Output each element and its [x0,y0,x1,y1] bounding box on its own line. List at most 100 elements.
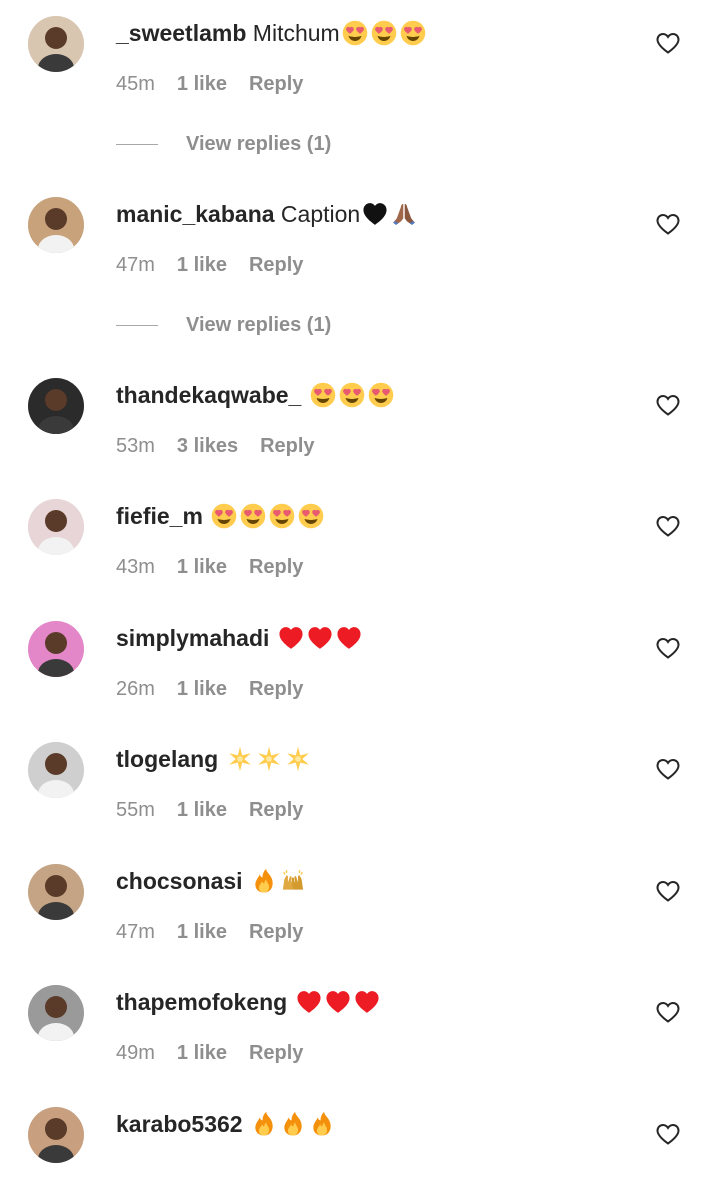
comment-timestamp: 53m [116,435,155,457]
avatar[interactable] [28,1107,84,1163]
view-replies-button[interactable]: View replies (1) [116,313,331,337]
avatar[interactable] [28,197,84,253]
comment-item: karabo5362 [0,1105,720,1195]
heart-eyes-icon [400,20,426,46]
avatar[interactable] [28,621,84,677]
like-heart-icon[interactable] [655,879,681,903]
comment-username[interactable]: simplymahadi [116,625,269,651]
comment-emoji [251,1111,338,1137]
comment-timestamp: 49m [116,1042,155,1064]
avatar[interactable] [28,985,84,1041]
comment-emoji [362,201,420,227]
comment-timestamp: 47m [116,921,155,943]
likes-count-link[interactable]: 3 likes [177,435,238,457]
like-heart-icon[interactable] [655,1000,681,1024]
likes-count-link[interactable]: 1 like [177,73,227,95]
comment-timestamp: 26m [116,678,155,700]
comment-body: chocsonasi [116,866,309,896]
avatar[interactable] [28,378,84,434]
heart-eyes-icon [368,382,394,408]
comment-meta: 26m 1 like Reply [116,677,303,701]
comment-body: manic_kabana Caption [116,199,420,229]
comment-item: fiefie_m 43m 1 like Reply [0,497,720,587]
red-heart-icon [336,625,362,651]
comment-username[interactable]: manic_kabana [116,201,275,227]
like-heart-icon[interactable] [655,31,681,55]
comment-meta: 53m 3 likes Reply [116,434,315,458]
comment-username[interactable]: karabo5362 [116,1111,243,1137]
comment-body: _sweetlamb Mitchum [116,18,429,48]
heart-eyes-icon [342,20,368,46]
heart-eyes-icon [298,503,324,529]
comment-body: tlogelang [116,744,314,774]
reply-button[interactable]: Reply [249,556,303,578]
comment-username[interactable]: _sweetlamb [116,20,246,46]
likes-count-link[interactable]: 1 like [177,556,227,578]
likes-count-link[interactable]: 1 like [177,921,227,943]
comment-username[interactable]: thandekaqwabe_ [116,382,301,408]
comment-body: thapemofokeng [116,987,383,1017]
comment-item: chocsonasi 47m 1 like Reply [0,862,720,952]
comment-timestamp: 55m [116,799,155,821]
reply-button[interactable]: Reply [249,1042,303,1064]
like-heart-icon[interactable] [655,514,681,538]
comment-username[interactable]: thapemofokeng [116,989,287,1015]
likes-count-link[interactable]: 1 like [177,254,227,276]
black-heart-icon [362,201,388,227]
comment-username[interactable]: tlogelang [116,746,218,772]
comment-emoji [278,625,365,651]
comment-emoji [251,868,309,894]
likes-count-link[interactable]: 1 like [177,678,227,700]
comment-meta: 49m 1 like Reply [116,1041,303,1065]
reply-button[interactable]: Reply [249,254,303,276]
view-replies-label: View replies (1) [186,314,332,336]
comment-username[interactable]: fiefie_m [116,503,203,529]
heart-eyes-icon [269,503,295,529]
comment-body: simplymahadi [116,623,365,653]
likes-count-link[interactable]: 1 like [177,1042,227,1064]
avatar[interactable] [28,499,84,555]
reply-button[interactable]: Reply [249,73,303,95]
comment-timestamp: 43m [116,556,155,578]
replies-divider [116,325,158,327]
comment-timestamp: 45m [116,73,155,95]
red-heart-icon [325,989,351,1015]
reply-button[interactable]: Reply [260,435,314,457]
comment-body: thandekaqwabe_ [116,380,397,410]
heart-eyes-icon [310,382,336,408]
raised-hands-icon [280,868,306,894]
heart-eyes-icon [339,382,365,408]
comment-item: _sweetlamb Mitchum 45m 1 like Reply View rep… [0,14,720,155]
avatar[interactable] [28,16,84,72]
comment-item: tlogelang 55m 1 like Reply [0,740,720,830]
heart-eyes-icon [371,20,397,46]
like-heart-icon[interactable] [655,1122,681,1146]
comment-meta: 47m 1 like Reply [116,253,303,277]
like-heart-icon[interactable] [655,636,681,660]
avatar[interactable] [28,864,84,920]
comment-meta: 47m 1 like Reply [116,920,303,944]
comment-body: karabo5362 [116,1109,338,1139]
reply-button[interactable]: Reply [249,799,303,821]
comment-emoji [342,20,429,46]
comment-meta: 55m 1 like Reply [116,798,303,822]
like-heart-icon[interactable] [655,393,681,417]
avatar[interactable] [28,742,84,798]
praying-hands-icon [391,201,417,227]
comment-item: thapemofokeng 49m 1 like Reply [0,983,720,1073]
reply-button[interactable]: Reply [249,921,303,943]
likes-count-link[interactable]: 1 like [177,799,227,821]
view-replies-button[interactable]: View replies (1) [116,132,331,156]
view-replies-label: View replies (1) [186,133,332,155]
reply-button[interactable]: Reply [249,678,303,700]
red-heart-icon [354,989,380,1015]
like-heart-icon[interactable] [655,212,681,236]
comment-body: fiefie_m [116,501,327,531]
comment-emoji [296,989,383,1015]
comment-meta: 45m 1 like Reply [116,72,303,96]
comment-username[interactable]: chocsonasi [116,868,243,894]
fire-icon [251,868,277,894]
heart-eyes-icon [240,503,266,529]
sparkle-star-icon [227,746,253,772]
like-heart-icon[interactable] [655,757,681,781]
